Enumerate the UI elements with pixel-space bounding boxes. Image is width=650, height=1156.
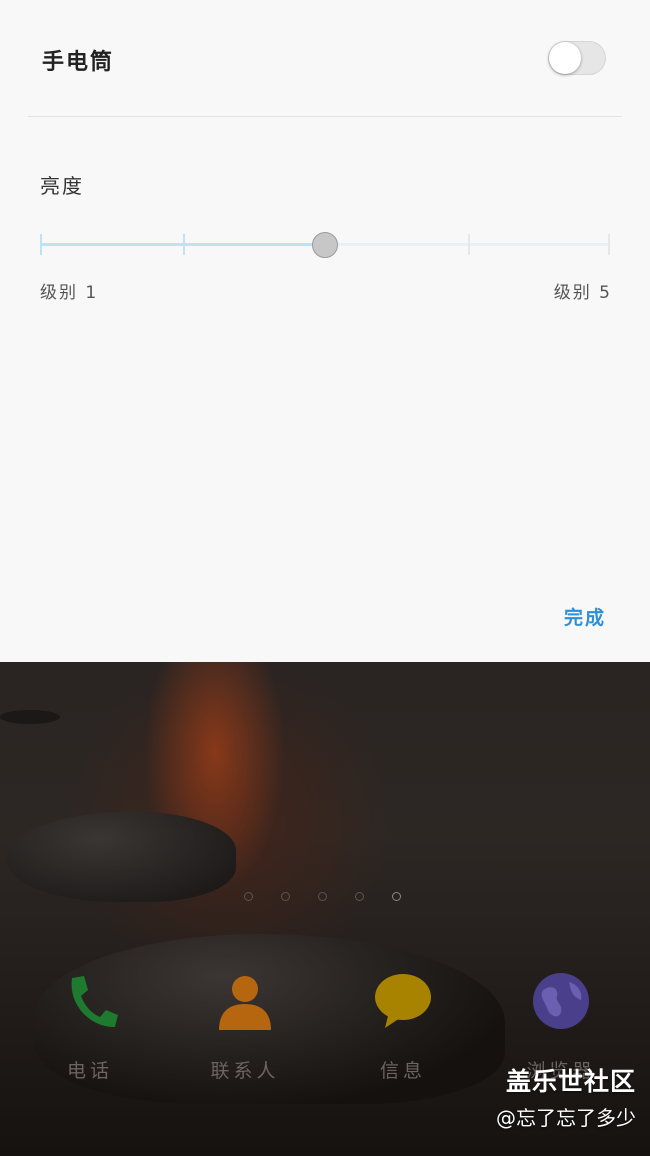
flashlight-row: 手电筒 — [28, 0, 622, 117]
home-screen: 电话 联系人 信息 浏览器 盖乐世社区 @忘了忘了多少 — [0, 662, 650, 1156]
phone-icon — [62, 972, 118, 1030]
slider-tick — [182, 234, 185, 255]
page-dot[interactable] — [355, 892, 364, 901]
page-dot[interactable] — [244, 892, 253, 901]
toggle-knob — [549, 42, 581, 74]
watermark-user: @忘了忘了多少 — [496, 1106, 636, 1130]
browser-icon — [533, 972, 589, 1030]
brightness-title: 亮度 — [40, 174, 84, 198]
brightness-slider[interactable] — [40, 228, 610, 262]
page-indicator — [244, 892, 414, 908]
slider-tick — [608, 234, 610, 255]
page-dot[interactable] — [281, 892, 290, 901]
page-dot[interactable] — [318, 892, 327, 901]
slider-thumb[interactable] — [312, 232, 338, 258]
level-min-label: 级别 1 — [40, 283, 99, 303]
flashlight-settings-panel: 手电筒 亮度 级别 1 级别 5 完成 — [0, 0, 650, 662]
message-icon — [375, 972, 431, 1030]
app-label: 联系人 — [210, 1060, 280, 1082]
watermark-title: 盖乐世社区 — [505, 1067, 636, 1096]
app-label: 信息 — [379, 1060, 426, 1082]
wallpaper-rock — [6, 812, 236, 902]
app-contacts[interactable]: 联系人 — [190, 972, 300, 1092]
contacts-icon — [217, 972, 273, 1030]
flashlight-title: 手电筒 — [42, 50, 115, 75]
wallpaper-rock — [0, 710, 60, 724]
app-phone[interactable]: 电话 — [35, 972, 145, 1092]
flashlight-toggle[interactable] — [548, 41, 606, 75]
slider-tick — [40, 234, 42, 255]
level-max-label: 级别 5 — [553, 283, 612, 303]
app-label: 电话 — [66, 1060, 113, 1082]
done-button[interactable]: 完成 — [564, 603, 606, 630]
slider-tick — [467, 234, 470, 255]
page-dot[interactable] — [392, 892, 401, 901]
app-messages[interactable]: 信息 — [348, 972, 458, 1092]
